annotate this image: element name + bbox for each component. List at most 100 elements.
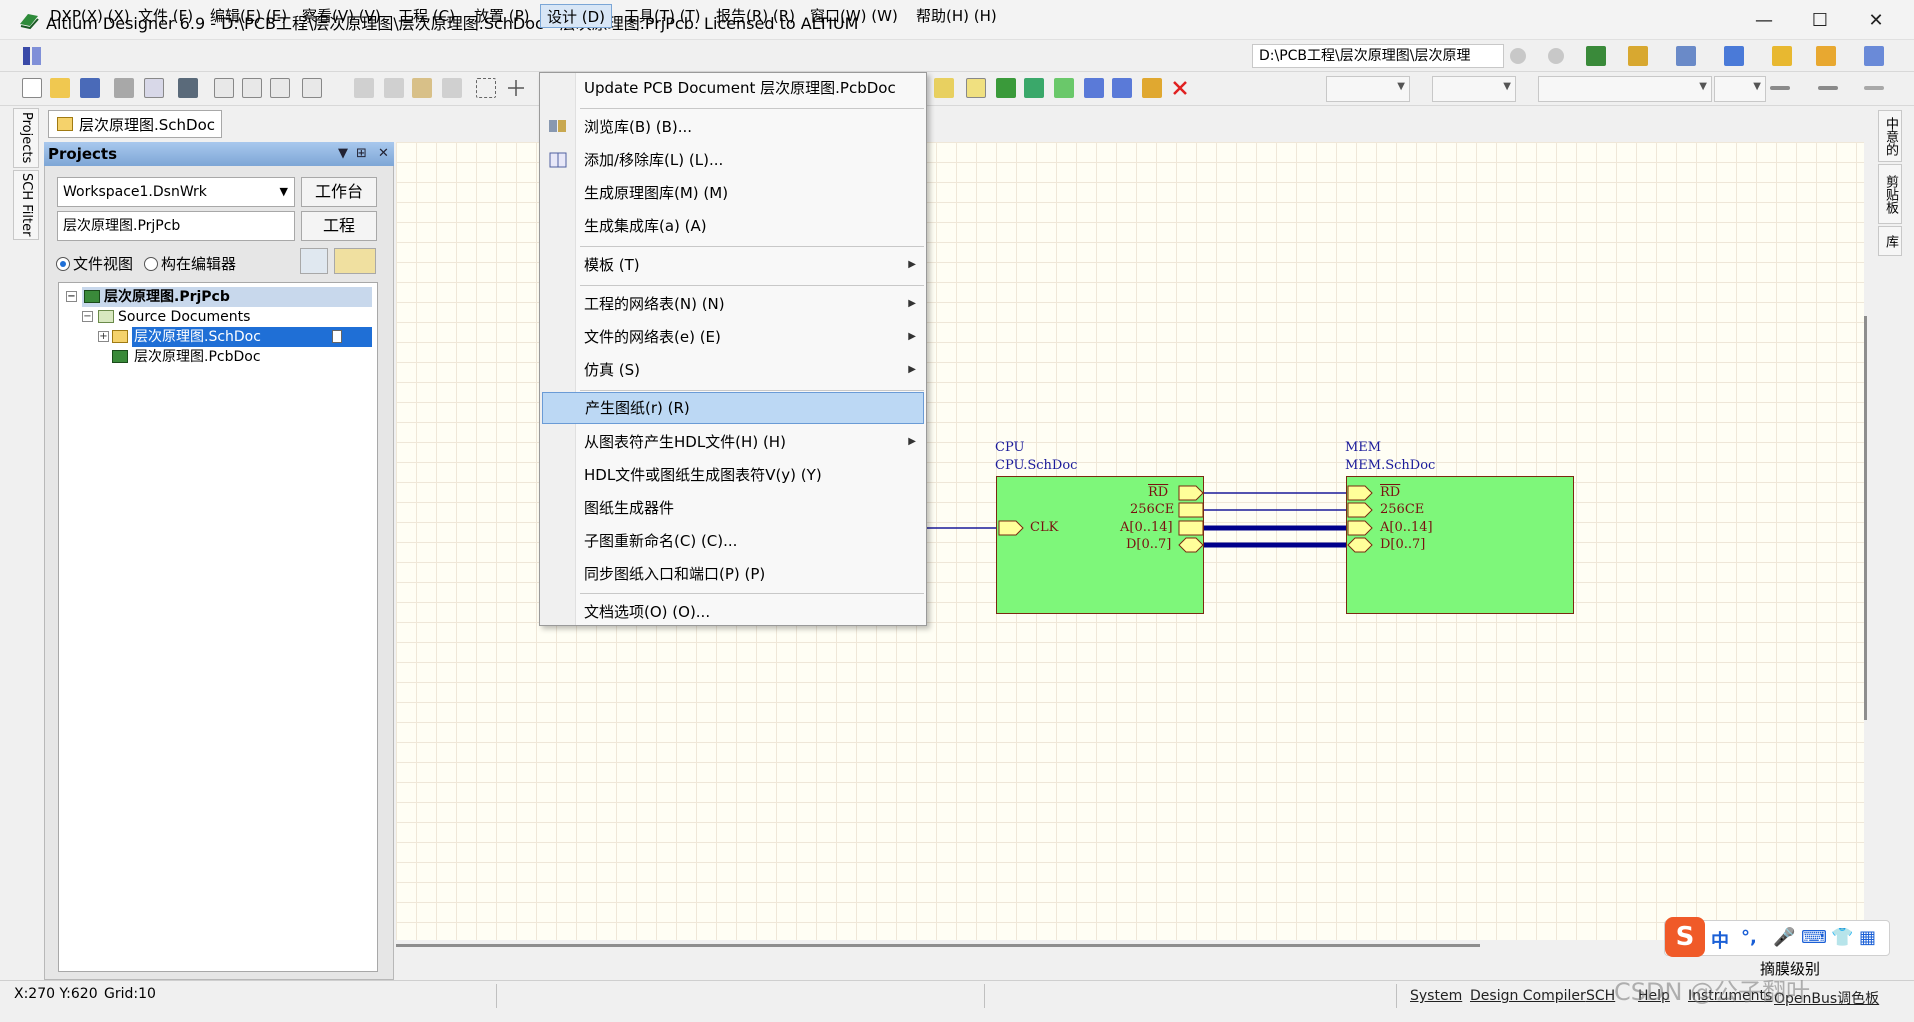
home-icon[interactable] — [1586, 46, 1606, 66]
line-width-icon[interactable] — [1770, 86, 1790, 90]
mem-entry-address[interactable] — [1347, 520, 1373, 536]
preview-icon[interactable] — [144, 78, 164, 98]
menu-window[interactable]: 窗口(W) (W) — [804, 4, 904, 28]
vtab-favorites[interactable]: 中意的 — [1878, 110, 1902, 162]
menu-place[interactable]: 放置 (P) — [468, 4, 536, 28]
select-icon[interactable] — [476, 78, 496, 98]
microphone-icon[interactable]: 🎤 — [1773, 927, 1795, 948]
line-style-icon[interactable] — [1818, 86, 1838, 90]
vtab-sch-filter[interactable]: SCH Filter — [13, 170, 39, 240]
rubber-stamp-icon[interactable] — [442, 78, 462, 98]
vtab-libraries[interactable]: 库 — [1878, 226, 1902, 256]
project-options-icon[interactable] — [334, 248, 376, 274]
workspace-combo[interactable]: Workspace1.DsnWrk ▼ — [57, 177, 295, 207]
dd-document-netlist[interactable]: 文件的网络表(e) (E) ▶ — [584, 322, 924, 352]
toolbar-combo-1[interactable]: ▼ — [1326, 76, 1410, 102]
cpu-entry-clk[interactable] — [998, 520, 1024, 536]
sheet-entry-icon[interactable] — [1024, 78, 1044, 98]
tree-schdoc[interactable]: + 层次原理图.SchDoc — [98, 327, 372, 347]
close-button[interactable]: ✕ — [1848, 0, 1904, 40]
document-path-combo[interactable]: D:\PCB工程\层次原理图\层次原理 — [1252, 44, 1504, 68]
vtab-clipboard[interactable]: 剪贴板 — [1878, 164, 1902, 224]
status-sch-button[interactable]: SCH — [1586, 988, 1615, 1004]
horizontal-scrollbar[interactable] — [396, 940, 1864, 952]
power-port-icon[interactable] — [1772, 46, 1792, 66]
radio-structure-editor[interactable]: 构在编辑器 — [144, 253, 236, 274]
cpu-entry-data[interactable] — [1178, 537, 1204, 553]
wire-tool-icon[interactable] — [1628, 46, 1648, 66]
grid-icon[interactable] — [1864, 46, 1884, 66]
dd-sheet-to-part[interactable]: 图纸生成器件 — [584, 493, 924, 523]
maximize-button[interactable]: ☐ — [1792, 0, 1848, 40]
dd-project-netlist[interactable]: 工程的网络表(N) (N) ▶ — [584, 289, 924, 319]
layers-icon[interactable] — [178, 78, 198, 98]
dd-browse-library[interactable]: 浏览库(B) (B)... — [584, 112, 924, 142]
menu-design[interactable]: 设计 (D) — [540, 4, 613, 28]
menu-view[interactable]: 察看(V) (V) — [296, 4, 387, 28]
device-sheet-icon[interactable] — [1054, 78, 1074, 98]
dd-create-hdl-from-symbol[interactable]: 从图表符产生HDL文件(H) (H) ▶ — [584, 427, 924, 457]
menu-file[interactable]: 文件 (F) — [132, 4, 199, 28]
collapse-icon[interactable]: − — [66, 291, 77, 302]
open-icon[interactable] — [50, 78, 70, 98]
signal-harness-icon[interactable] — [1112, 78, 1132, 98]
arrow-style-icon[interactable] — [1864, 86, 1884, 90]
toolbar-combo-4[interactable]: ▼ — [1714, 76, 1766, 102]
close-icon[interactable]: ✕ — [378, 142, 389, 166]
vcc-icon[interactable] — [934, 78, 954, 98]
vertical-scrollbar[interactable] — [1864, 316, 1867, 720]
cross-icon[interactable] — [506, 78, 526, 98]
zoom-select-icon[interactable] — [270, 78, 290, 98]
dd-update-pcb[interactable]: Update PCB Document 层次原理图.PcbDoc — [584, 73, 924, 103]
part-icon[interactable] — [1816, 46, 1836, 66]
panel-menu-icon[interactable]: ▼ — [338, 142, 348, 166]
menu-help[interactable]: 帮助(H) (H) — [910, 4, 1003, 28]
radio-file-view[interactable]: 文件视图 — [56, 253, 133, 274]
directive-icon[interactable] — [1142, 78, 1162, 98]
ime-toolbar[interactable]: S 中 °, 🎤 ⌨ 👕 ▦ — [1664, 917, 1890, 957]
port-icon[interactable] — [966, 78, 986, 98]
zoom-fit-icon[interactable] — [302, 78, 322, 98]
nav-back-icon[interactable] — [1510, 48, 1526, 64]
dd-document-options[interactable]: 文档选项(O) (O)... — [584, 597, 924, 627]
menu-project[interactable]: 工程 (C) — [392, 4, 461, 28]
print-icon[interactable] — [114, 78, 134, 98]
toolbar-combo-2[interactable]: ▼ — [1432, 76, 1516, 102]
dd-simulate[interactable]: 仿真 (S) ▶ — [584, 355, 924, 385]
ime-mode[interactable]: 中 — [1711, 927, 1729, 953]
collapse-icon[interactable]: − — [82, 311, 93, 322]
status-system-button[interactable]: System — [1410, 988, 1462, 1004]
minimize-button[interactable]: — — [1736, 0, 1792, 40]
skin-icon[interactable]: 👕 — [1831, 927, 1853, 948]
sheet-symbol-icon[interactable] — [996, 78, 1016, 98]
menu-tools[interactable]: 工具(T) (T) — [618, 4, 707, 28]
zoom-area-icon[interactable] — [242, 78, 262, 98]
bus-tool-icon[interactable] — [1676, 46, 1696, 66]
doc-tab-schdoc[interactable]: 层次原理图.SchDoc — [48, 110, 223, 138]
menu-dxp[interactable]: DXP(X) (X) — [44, 4, 136, 28]
menu-edit[interactable]: 编辑(E) (E) — [204, 4, 293, 28]
tree-source-documents[interactable]: − Source Documents — [82, 307, 368, 327]
menu-reports[interactable]: 报告(R) (R) — [710, 4, 801, 28]
cpu-entry-address[interactable] — [1178, 520, 1204, 536]
cpu-entry-256ce[interactable] — [1178, 502, 1204, 518]
mem-entry-data[interactable] — [1347, 537, 1373, 553]
dd-sync-sheet-entries[interactable]: 同步图纸入口和端口(P) (P) — [584, 559, 924, 589]
dd-make-sch-library[interactable]: 生成原理图库(M) (M) — [584, 178, 924, 208]
vtab-projects[interactable]: Projects — [13, 108, 39, 168]
project-button[interactable]: 工程 — [301, 211, 377, 241]
harness-icon[interactable] — [1084, 78, 1104, 98]
new-icon[interactable] — [22, 78, 42, 98]
toolbar-combo-3[interactable]: ▼ — [1538, 76, 1712, 102]
toolbox-icon[interactable]: ▦ — [1859, 927, 1876, 948]
expand-icon[interactable]: + — [98, 331, 109, 342]
keyboard-icon[interactable]: ⌨ — [1801, 927, 1827, 948]
zoom-icon[interactable] — [214, 78, 234, 98]
paste-icon[interactable] — [412, 78, 432, 98]
project-tree[interactable] — [58, 282, 378, 972]
workspace-button[interactable]: 工作台 — [301, 177, 377, 207]
dd-create-symbol-from-sheet[interactable]: HDL文件或图纸生成图表符V(y) (Y) — [584, 460, 924, 490]
dd-create-sheet[interactable]: 产生图纸(r) (R) — [542, 392, 924, 424]
pin-icon[interactable]: ⊞ — [356, 142, 367, 166]
nav-forward-icon[interactable] — [1548, 48, 1564, 64]
